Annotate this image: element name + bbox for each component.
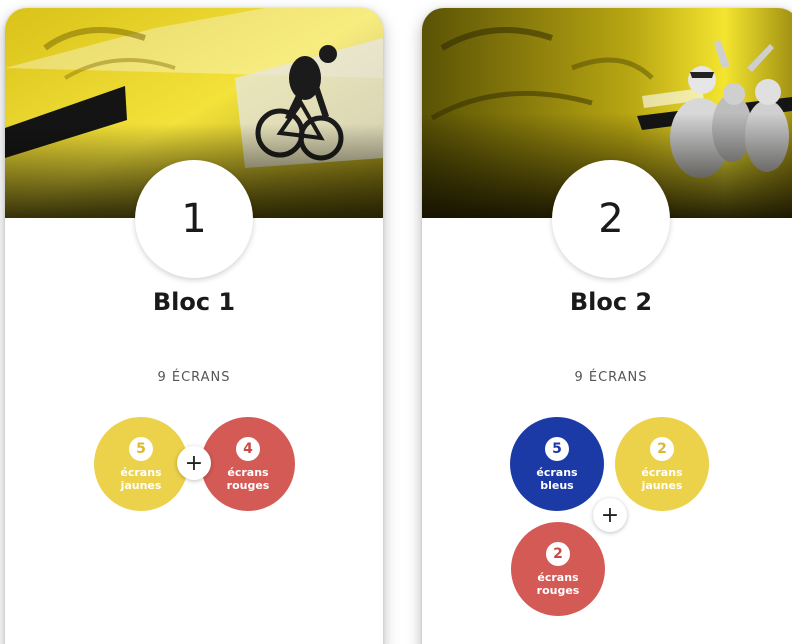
screen-group-label: écrans <box>536 465 578 479</box>
screens-count: 9 ÉCRANS <box>157 370 231 385</box>
block-title: Bloc 1 <box>152 288 236 316</box>
screen-group-count: 4 <box>236 436 260 461</box>
screen-group-count: 2 <box>650 436 674 461</box>
screen-group-yellow: 2 écrans jaunes <box>615 417 709 511</box>
screen-group-count: 2 <box>546 541 570 566</box>
screen-group-label: écrans <box>641 465 683 479</box>
screen-group-color-label: rouges <box>536 583 580 597</box>
screen-group-color-label: jaunes <box>641 478 683 492</box>
screen-group-count: 5 <box>129 436 153 461</box>
block-card-1[interactable]: 1 Bloc 1 9 ÉCRANS 5 écrans jaunes + 4 éc… <box>5 8 383 644</box>
screen-group-count: 5 <box>545 436 569 461</box>
screen-group-color-label: rouges <box>226 478 270 492</box>
block-number: 1 <box>135 160 253 278</box>
block-title: Bloc 2 <box>569 288 653 316</box>
screen-group-label: écrans <box>537 570 579 584</box>
screen-group-label: écrans <box>227 465 269 479</box>
screen-group-color-label: jaunes <box>120 478 162 492</box>
plus-icon: + <box>177 446 211 480</box>
screen-group-red: 4 écrans rouges <box>201 417 295 511</box>
screens-count: 9 ÉCRANS <box>574 370 648 385</box>
plus-icon: + <box>593 498 627 532</box>
block-card-2[interactable]: 2 Bloc 2 9 ÉCRANS 5 écrans bleus 2 écran… <box>422 8 792 644</box>
screen-group-color-label: bleus <box>540 478 574 492</box>
blocks-stage: 1 Bloc 1 9 ÉCRANS 5 écrans jaunes + 4 éc… <box>0 0 792 644</box>
screen-group-yellow: 5 écrans jaunes <box>94 417 188 511</box>
block-number: 2 <box>552 160 670 278</box>
screen-group-red: 2 écrans rouges <box>511 522 605 616</box>
screen-group-label: écrans <box>120 465 162 479</box>
screen-group-blue: 5 écrans bleus <box>510 417 604 511</box>
